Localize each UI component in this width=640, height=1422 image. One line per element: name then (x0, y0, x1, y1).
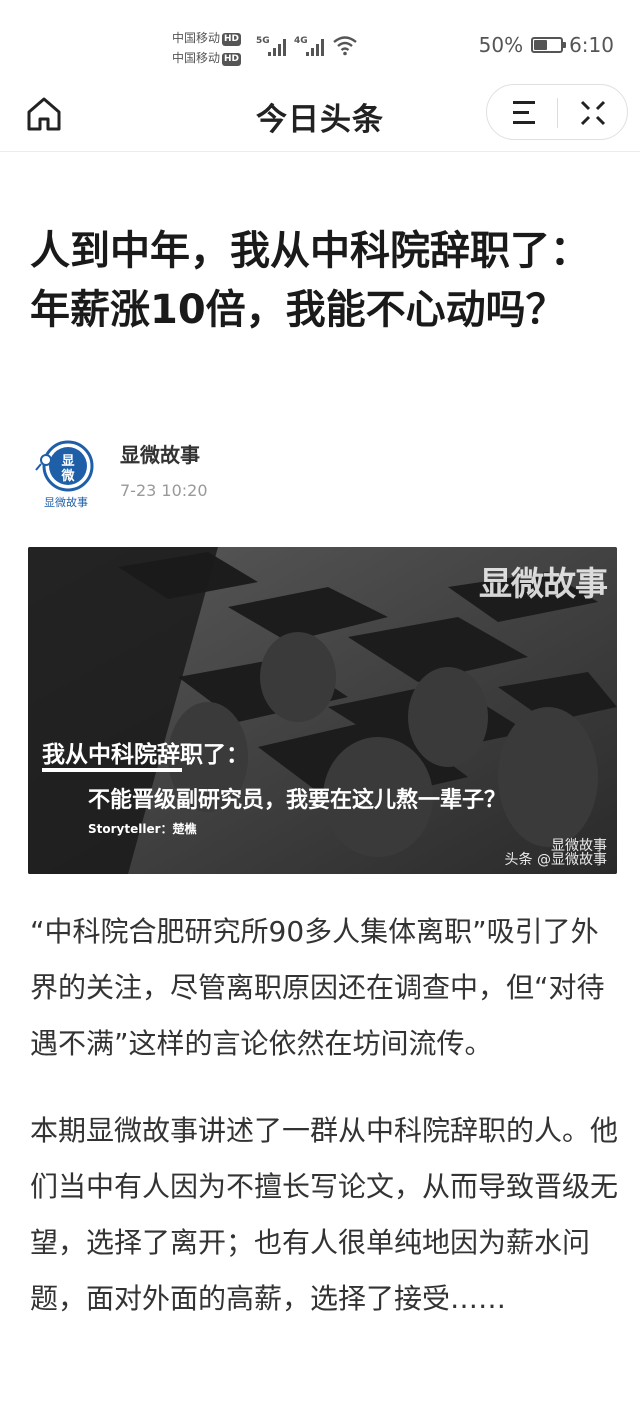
battery-fill (534, 40, 548, 50)
net-5g-label: 5G (256, 36, 270, 46)
signal-4g-icon: 4G (294, 36, 324, 56)
publish-time: 7-23 10:20 (120, 481, 208, 500)
carrier-2-label: 中国移动 (172, 51, 221, 65)
article-paragraph-1: “中科院合肥研究所90多人集体离职”吸引了外界的关注，尽管离职原因还在调查中，但… (30, 915, 605, 1060)
signal-5g-icon: 5G (256, 36, 286, 56)
cover-headline-2: 不能晋级副研究员，我要在这儿熬一辈子？ (88, 788, 507, 813)
wifi-icon (333, 36, 357, 56)
cover-headline-1: 我从中科院辞职了： (42, 742, 249, 768)
avatar-label: 显微故事 (44, 495, 88, 508)
author-info[interactable]: 显 微 显微故事 显微故事 7-23 10:20 (30, 432, 610, 512)
close-icon (580, 100, 606, 126)
clock: 6:10 (569, 33, 614, 57)
cover-brand: 显微故事 (479, 564, 608, 603)
mini-program-capsule (486, 84, 628, 140)
author-name[interactable]: 显微故事 (120, 439, 200, 468)
battery-percent: 50% (478, 33, 524, 57)
article-paragraph-2: 本期显微故事讲述了一群从中科院辞职的人。他们当中有人因为不擅长写论文，从而导致晋… (30, 1114, 619, 1315)
battery-icon (531, 37, 567, 53)
menu-icon (513, 101, 535, 124)
hd-badge: HD (222, 53, 242, 66)
close-button[interactable] (558, 85, 628, 141)
status-right: 50% 6:10 (479, 33, 614, 57)
hd-badge: HD (222, 33, 242, 46)
avatar-char-top: 显 (61, 454, 74, 469)
cover-watermark: 显微故事 头条 @显微故事 (505, 839, 607, 867)
watermark-top: 显微故事 (551, 838, 607, 854)
carrier-1-label: 中国移动 (172, 31, 221, 45)
carrier-info: 中国移动 HD 中国移动 HD (172, 28, 242, 68)
author-avatar[interactable]: 显 微 显微故事 (34, 436, 98, 508)
menu-button[interactable] (487, 85, 557, 141)
avatar-char-mid: 微 (60, 468, 75, 484)
article-title: 人到中年，我从中科院辞职了：年薪涨10倍，我能不心动吗？ (30, 228, 590, 333)
watermark-bottom: 头条 @显微故事 (504, 852, 607, 868)
cover-storyteller: Storyteller：楚樵 (88, 822, 197, 836)
cover-image[interactable]: 显微故事 我从中科院辞职了： 不能晋级副研究员，我要在这儿熬一辈子？ Story… (28, 547, 617, 874)
status-bar: 中国移动 HD 中国移动 HD 5G 4G 50% 6:10 (0, 0, 640, 80)
cover-underline (42, 768, 182, 772)
net-4g-label: 4G (294, 36, 308, 46)
